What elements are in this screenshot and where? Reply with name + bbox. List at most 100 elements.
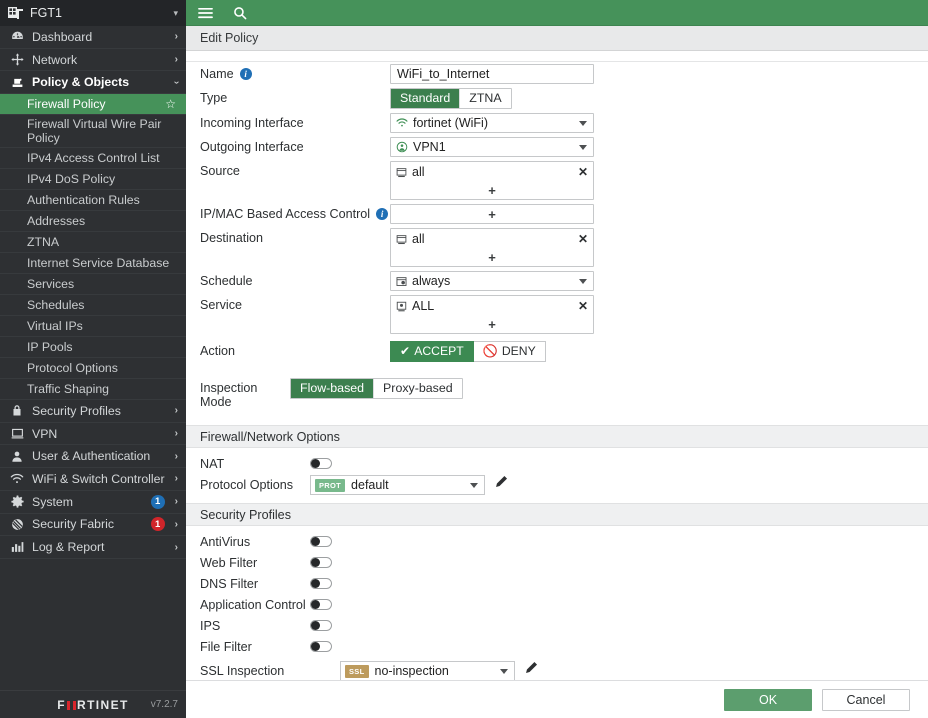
sidebar-item-security-fabric[interactable]: Security Fabric 1 › [0, 514, 186, 537]
sidebar-item-dashboard[interactable]: Dashboard › [0, 26, 186, 49]
toggle-knob [311, 621, 320, 630]
remove-icon[interactable]: ✕ [578, 165, 588, 179]
schedule-select[interactable]: always [390, 271, 594, 291]
pencil-icon[interactable] [525, 661, 538, 674]
cancel-button[interactable]: Cancel [822, 688, 910, 711]
sidebar-item-internet-service-database[interactable]: Internet Service Database [0, 253, 186, 275]
chevron-right-icon: › [174, 450, 178, 462]
web-filter-toggle[interactable] [310, 557, 332, 568]
field-row-nat: NAT [186, 448, 928, 473]
sidebar-item-wifi-switch-controller[interactable]: WiFi & Switch Controller › [0, 468, 186, 491]
sidebar-item-label: User & Authentication [32, 449, 151, 464]
field-row-outgoing-interface: Outgoing Interface VPN1 [186, 135, 928, 159]
inspection-mode-label: Inspection Mode [200, 381, 258, 409]
field-row-ips: IPS [186, 614, 928, 635]
incoming-interface-select[interactable]: fortinet (WiFi) [390, 113, 594, 133]
inspection-mode-option-proxy[interactable]: Proxy-based [374, 379, 462, 398]
chevron-down-icon[interactable] [579, 278, 587, 284]
search-icon[interactable] [233, 6, 247, 20]
sidebar-item-policy-objects[interactable]: Policy & Objects › [0, 71, 186, 95]
sidebar-item-ztna[interactable]: ZTNA [0, 232, 186, 254]
destination-multiselect[interactable]: all ✕ + [390, 228, 594, 267]
inspection-mode-option-flow[interactable]: Flow-based [291, 379, 375, 398]
remove-icon[interactable]: ✕ [578, 232, 588, 246]
toggle-knob [311, 642, 320, 651]
fortinet-logo-mark [67, 701, 76, 710]
sidebar-item-virtual-ips[interactable]: Virtual IPs [0, 316, 186, 338]
toggle-knob [311, 537, 320, 546]
sidebar-item-services[interactable]: Services [0, 274, 186, 296]
field-row-incoming-interface: Incoming Interface fortinet (WiFi) [186, 111, 928, 135]
destination-add-button[interactable]: + [391, 249, 593, 266]
action-deny-button[interactable]: 🚫 DENY [473, 341, 546, 362]
chevron-down-icon[interactable] [470, 482, 478, 488]
source-multiselect[interactable]: all ✕ + [390, 161, 594, 200]
destination-entry: all ✕ [391, 229, 593, 249]
action-accept-button[interactable]: ✔ ACCEPT [390, 341, 474, 362]
type-option-standard[interactable]: Standard [391, 89, 461, 108]
field-label: Incoming Interface [200, 113, 390, 130]
sidebar-item-log-report[interactable]: Log & Report › [0, 536, 186, 559]
page-title: Edit Policy [200, 31, 259, 45]
field-row-schedule: Schedule always [186, 269, 928, 293]
name-label: Name [200, 67, 234, 81]
sidebar-item-network[interactable]: Network › [0, 49, 186, 72]
sidebar-item-label: System [32, 494, 73, 509]
remove-icon[interactable]: ✕ [578, 299, 588, 313]
field-row-application-control: Application Control [186, 593, 928, 614]
sidebar-item-label: IP Pools [27, 340, 73, 355]
sidebar-item-firewall-virtual-wire-pair-policy[interactable]: Firewall Virtual Wire Pair Policy [0, 115, 186, 149]
sidebar-item-protocol-options[interactable]: Protocol Options [0, 358, 186, 380]
chevron-down-icon[interactable] [579, 144, 587, 150]
sidebar-item-system[interactable]: System 1 › [0, 491, 186, 514]
info-icon[interactable]: i [376, 208, 389, 220]
chevron-down-icon[interactable] [500, 668, 508, 674]
address-icon [396, 167, 407, 178]
outgoing-interface-select[interactable]: VPN1 [390, 137, 594, 157]
dashboard-icon [9, 30, 25, 43]
sidebar-item-label: Internet Service Database [27, 256, 170, 271]
sidebar-item-traffic-shaping[interactable]: Traffic Shaping [0, 379, 186, 401]
sidebar-item-label: Authentication Rules [27, 193, 140, 208]
inspection-mode-segmented-control: Flow-based Proxy-based [290, 378, 463, 399]
ips-toggle[interactable] [310, 620, 332, 631]
antivirus-toggle[interactable] [310, 536, 332, 547]
protocol-options-select[interactable]: PROT default [310, 475, 485, 495]
sidebar-item-authentication-rules[interactable]: Authentication Rules [0, 190, 186, 212]
file-filter-toggle[interactable] [310, 641, 332, 652]
ipmac-multiselect[interactable]: + [390, 204, 594, 224]
type-option-ztna[interactable]: ZTNA [460, 89, 511, 108]
protocol-options-label: Protocol Options [200, 478, 294, 492]
ipmac-add-button[interactable]: + [391, 205, 593, 223]
sidebar-item-addresses[interactable]: Addresses [0, 211, 186, 233]
chevron-down-icon[interactable] [579, 120, 587, 126]
dns-filter-toggle[interactable] [310, 578, 332, 589]
sidebar-item-security-profiles[interactable]: Security Profiles › [0, 400, 186, 423]
favorite-star-icon[interactable]: ☆ [165, 97, 176, 111]
nat-toggle[interactable] [310, 458, 332, 469]
sidebar-item-label: WiFi & Switch Controller [32, 471, 165, 486]
sidebar-item-vpn[interactable]: VPN › [0, 423, 186, 446]
section-header-firewall-network-options: Firewall/Network Options [186, 425, 928, 448]
hamburger-icon[interactable] [198, 7, 213, 19]
field-label: Application Control [200, 595, 310, 612]
ssl-inspection-select[interactable]: SSL no-inspection [340, 661, 515, 680]
pencil-icon[interactable] [495, 475, 508, 488]
service-multiselect[interactable]: ALL ✕ + [390, 295, 594, 334]
info-icon[interactable]: i [239, 68, 252, 80]
chevron-down-icon[interactable]: ▾ [173, 8, 178, 19]
application-control-toggle[interactable] [310, 599, 332, 610]
ok-button[interactable]: OK [724, 688, 812, 711]
sidebar-item-ipv4-access-control-list[interactable]: IPv4 Access Control List [0, 148, 186, 170]
source-add-button[interactable]: + [391, 182, 593, 199]
field-row-protocol-options: Protocol Options PROT default [186, 473, 928, 497]
sidebar-item-ip-pools[interactable]: IP Pools [0, 337, 186, 359]
device-selector[interactable]: FGT1 ▾ [0, 0, 186, 26]
sidebar-item-schedules[interactable]: Schedules [0, 295, 186, 317]
name-input[interactable] [390, 64, 594, 84]
service-add-button[interactable]: + [391, 316, 593, 333]
sidebar-item-firewall-policy[interactable]: Firewall Policy ☆ [0, 94, 186, 116]
sidebar-item-ipv4-dos-policy[interactable]: IPv4 DoS Policy [0, 169, 186, 191]
outgoing-interface-label: Outgoing Interface [200, 140, 304, 154]
sidebar-item-user-authentication[interactable]: User & Authentication › [0, 445, 186, 469]
